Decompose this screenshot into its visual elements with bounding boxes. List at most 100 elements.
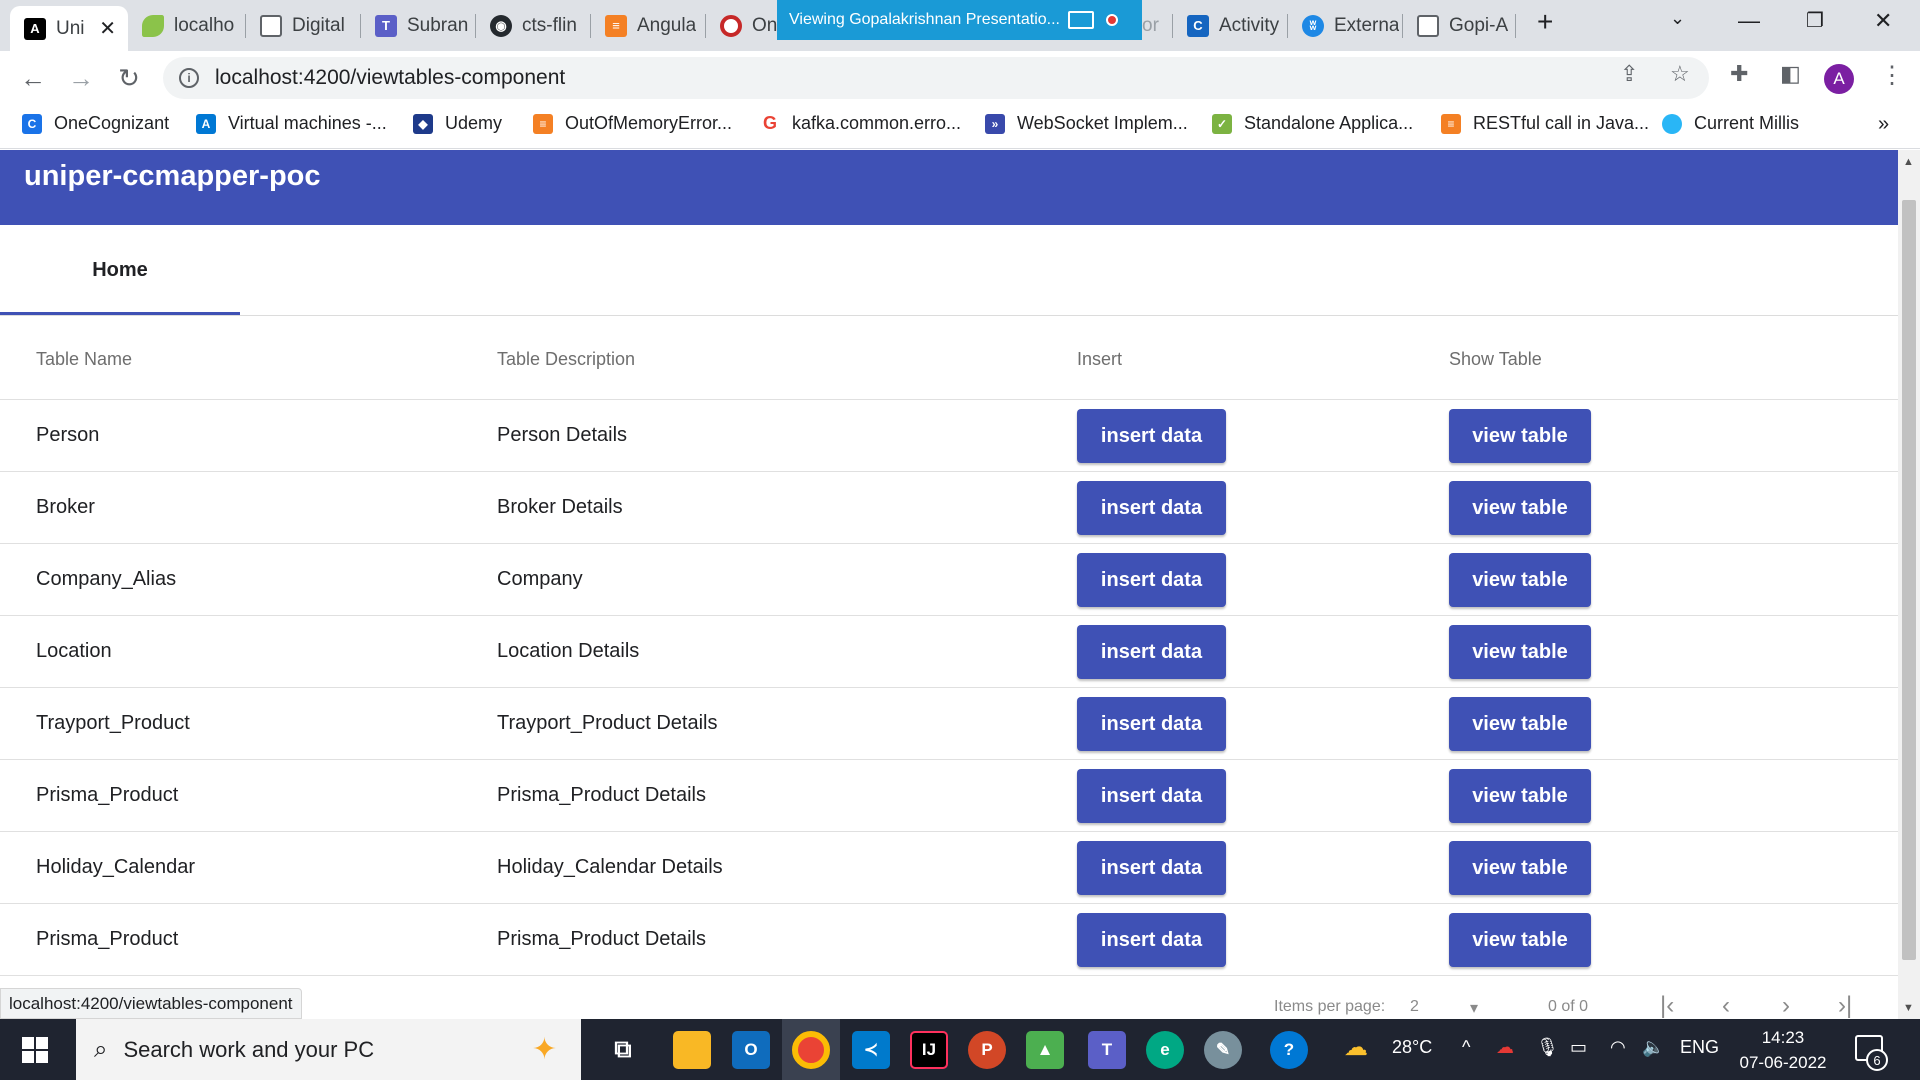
tab-home[interactable]: Home [0,225,240,315]
taskbar-search-box[interactable]: ⌕ Search work and your PC ✦ [76,1019,581,1080]
view-table-button[interactable]: view table [1449,625,1591,679]
insert-data-button[interactable]: insert data [1077,409,1226,463]
insert-data-button[interactable]: insert data [1077,553,1226,607]
next-page-icon[interactable]: › [1782,992,1790,1019]
bookmark-star-icon[interactable]: ☆ [1670,61,1690,87]
tab-digital[interactable]: Digital [246,8,360,43]
insert-data-button[interactable]: insert data [1077,481,1226,535]
more-bookmarks-icon[interactable]: » [1878,113,1889,136]
view-table-button[interactable]: view table [1449,769,1591,823]
cell-table-name: Prisma_Product [36,784,179,806]
stackoverflow-icon: ≡ [1441,113,1461,134]
tab-cts-flink[interactable]: ◉ cts-flin [476,8,590,43]
vscode-icon[interactable]: ≺ [852,1031,890,1069]
insert-data-button[interactable]: insert data [1077,913,1226,967]
kebab-menu-icon[interactable]: ⋮ [1880,61,1904,90]
scrollbar-thumb[interactable] [1902,200,1916,960]
view-table-button[interactable]: view table [1449,481,1591,535]
view-table-button[interactable]: view table [1449,841,1591,895]
task-view-icon[interactable]: ⧉ [604,1031,642,1069]
share-icon[interactable]: ⇪ [1620,61,1638,87]
screen-share-banner[interactable]: Viewing Gopalakrishnan Presentatio... [777,0,1142,40]
tab-uniper[interactable]: A Uni ✕ [10,6,128,51]
powerpoint-icon[interactable]: P [968,1031,1006,1069]
bookmark-onecognizant[interactable]: C OneCognizant [22,113,169,134]
new-tab-icon[interactable]: + [1537,6,1553,38]
site-info-icon[interactable]: i [179,68,199,88]
view-table-button[interactable]: view table [1449,553,1591,607]
close-window-icon[interactable]: ✕ [1874,8,1892,34]
intellij-icon[interactable]: IJ [910,1031,948,1069]
cell-table-description: Trayport_Product Details [497,712,718,734]
bookmark-virtual-machines[interactable]: A Virtual machines -... [196,113,387,134]
chrome-icon[interactable] [792,1031,830,1069]
tab-label: Digital [292,14,345,36]
taskbar-clock[interactable]: 14:23 07-06-2022 [1738,1025,1828,1075]
minimize-icon[interactable]: — [1738,8,1760,34]
side-panel-icon[interactable]: ◧ [1780,61,1801,87]
address-bar[interactable]: i localhost:4200/viewtables-component [163,57,1709,99]
tab-localhost[interactable]: localho [128,8,245,43]
tab-gopi[interactable]: Gopi-A [1403,8,1515,43]
bookmark-udemy[interactable]: ◆ Udemy [413,113,502,134]
weather-temperature[interactable]: 28°C [1392,1037,1432,1058]
table-row: Prisma_Product Prisma_Product Details in… [0,904,1898,976]
first-page-icon[interactable]: |‹ [1660,992,1674,1019]
tab-angular[interactable]: ≡ Angula [591,8,705,43]
windows-start-icon[interactable] [22,1037,48,1063]
bookmark-label: OutOfMemoryError... [565,113,733,133]
page-size-chevron-icon[interactable]: ▾ [1470,998,1478,1018]
bookmark-current-millis[interactable]: Current Millis [1662,113,1799,134]
volume-icon[interactable]: 🔈 [1642,1037,1664,1058]
bookmark-outofmemory[interactable]: ≡ OutOfMemoryError... [533,113,732,134]
image-viewer-icon[interactable]: ▲ [1026,1031,1064,1069]
tab-external[interactable]: ʬ Externa [1288,8,1402,43]
bookmark-websocket[interactable]: » WebSocket Implem... [985,113,1188,134]
bookmark-standalone[interactable]: ✓ Standalone Applica... [1212,113,1413,134]
close-tab-icon[interactable]: ✕ [99,16,116,41]
battery-icon[interactable]: ▭ [1570,1037,1587,1058]
forward-arrow-icon[interactable]: → [64,61,98,95]
onedrive-icon[interactable]: ☁ [1496,1037,1514,1058]
insert-data-button[interactable]: insert data [1077,769,1226,823]
previous-page-icon[interactable]: ‹ [1722,992,1730,1019]
edge-icon[interactable]: e [1146,1031,1184,1069]
profile-avatar[interactable]: A [1824,64,1854,94]
insert-data-button[interactable]: insert data [1077,841,1226,895]
page-size-select[interactable]: 2 [1410,998,1419,1016]
reload-icon[interactable]: ↻ [112,61,146,95]
language-indicator[interactable]: ENG [1680,1037,1719,1058]
bookmark-label: Standalone Applica... [1244,113,1414,133]
view-table-button[interactable]: view table [1449,913,1591,967]
tab-search-chevron-icon[interactable]: ⌄ [1670,8,1685,29]
view-table-button[interactable]: view table [1449,697,1591,751]
help-icon[interactable]: ? [1270,1031,1308,1069]
scroll-down-arrow-icon[interactable]: ▼ [1903,1002,1914,1014]
microphone-icon[interactable]: 🎙 [1536,1037,1559,1058]
teams-icon[interactable]: T [1088,1031,1126,1069]
restore-icon[interactable]: ❐ [1806,8,1824,33]
bookmark-label: Virtual machines -... [228,113,387,133]
weather-icon[interactable]: ☁ [1344,1033,1368,1062]
page-scrollbar[interactable]: ▲ ▼ [1898,150,1920,1019]
tab-hidden[interactable]: or [1142,8,1170,43]
insert-data-button[interactable]: insert data [1077,625,1226,679]
view-table-button[interactable]: view table [1449,409,1591,463]
outlook-icon[interactable]: O [732,1031,770,1069]
wifi-icon[interactable]: ◠ [1610,1037,1626,1058]
tab-activity[interactable]: C Activity [1173,8,1287,43]
file-explorer-icon[interactable] [673,1031,711,1069]
bookmark-label: Udemy [445,113,503,133]
paint-icon[interactable]: ✎ [1204,1031,1242,1069]
tab-subran[interactable]: T Subran [361,8,475,43]
tab-on[interactable]: On [706,8,778,43]
bookmark-restful[interactable]: ≡ RESTful call in Java... [1441,113,1649,134]
back-arrow-icon[interactable]: ← [16,61,50,95]
bookmark-kafka[interactable]: G kafka.common.erro... [760,113,961,134]
address-url[interactable]: localhost:4200/viewtables-component [215,66,565,90]
last-page-icon[interactable]: ›| [1838,992,1852,1019]
show-hidden-icons-chevron[interactable]: ^ [1462,1037,1470,1058]
scroll-up-arrow-icon[interactable]: ▲ [1903,156,1914,168]
insert-data-button[interactable]: insert data [1077,697,1226,751]
extensions-puzzle-icon[interactable]: ✚ [1730,61,1748,87]
